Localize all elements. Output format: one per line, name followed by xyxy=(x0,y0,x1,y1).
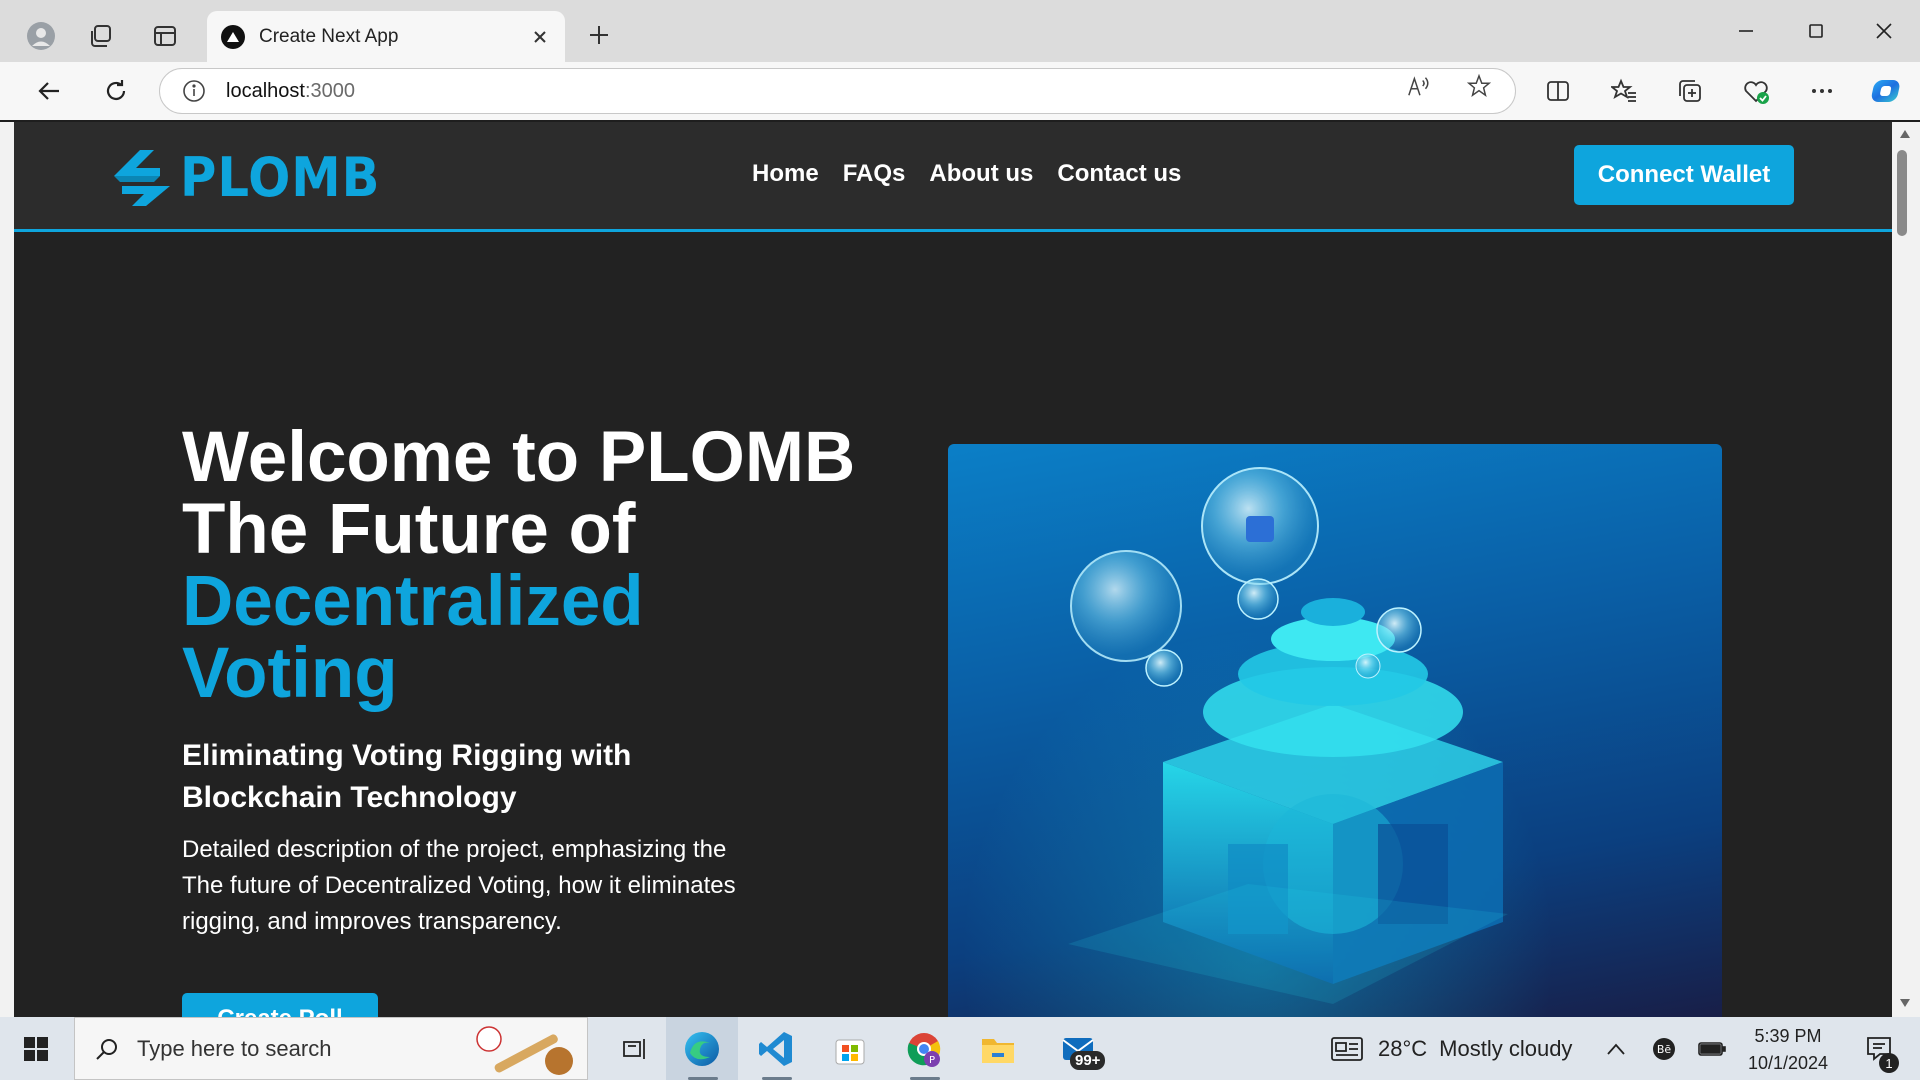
chrome-icon: P xyxy=(907,1032,941,1067)
plomb-logo[interactable]: PLOMB xyxy=(110,145,398,209)
nav-about-us[interactable]: About us xyxy=(929,160,1033,188)
nav-home[interactable]: Home xyxy=(752,160,819,188)
hero-heading-line1: Welcome to PLOMB xyxy=(182,418,856,497)
hero-description: Detailed description of the project, emp… xyxy=(182,836,736,935)
start-button[interactable] xyxy=(0,1017,72,1080)
new-tab-button[interactable] xyxy=(580,16,618,54)
clock-time: 5:39 PM xyxy=(1754,1026,1822,1046)
hero-illustration xyxy=(948,444,1722,1017)
search-placeholder: Type here to search xyxy=(137,1035,332,1061)
tab-create-next-app[interactable]: Create Next App xyxy=(207,11,565,62)
taskbar-vscode[interactable] xyxy=(740,1017,812,1080)
weather-desc: Mostly cloudy xyxy=(1439,1035,1573,1061)
hero-heading-accent2: Voting xyxy=(182,634,398,713)
battery-icon xyxy=(1698,1041,1726,1056)
notification-center-button[interactable]: 1 xyxy=(1852,1017,1908,1080)
scroll-thumb[interactable] xyxy=(1897,150,1907,236)
site-info-icon[interactable] xyxy=(182,79,206,103)
profile-icon[interactable] xyxy=(20,15,62,57)
create-poll-button[interactable]: Create Poll xyxy=(182,993,378,1017)
taskbar-clock[interactable]: 5:39 PM 10/1/2024 xyxy=(1738,1023,1838,1077)
back-button[interactable] xyxy=(28,70,70,112)
read-aloud-icon[interactable] xyxy=(1407,74,1431,98)
plomb-logo-mark-icon xyxy=(114,150,170,206)
hero-heading-accent1: Decentralized xyxy=(182,562,644,641)
favorites-icon[interactable] xyxy=(1605,72,1643,110)
blockchain-server-illustration xyxy=(1068,467,1508,1004)
browser-essentials-icon[interactable] xyxy=(1737,72,1775,110)
mail-badge: 99+ xyxy=(1070,1051,1106,1070)
nav-faqs[interactable]: FAQs xyxy=(843,160,906,188)
refresh-button[interactable] xyxy=(95,70,137,112)
windows-logo-icon xyxy=(24,1036,48,1061)
main-nav: Home FAQs About us Contact us xyxy=(752,160,1181,188)
folder-icon xyxy=(982,1038,1014,1063)
task-view-icon xyxy=(623,1038,645,1059)
taskbar-edge[interactable] xyxy=(666,1017,738,1080)
browser-toolbar: localhost:3000 xyxy=(0,62,1920,120)
taskbar-search[interactable]: Type here to search xyxy=(74,1017,588,1080)
collections-icon[interactable] xyxy=(1671,72,1709,110)
battery-tray[interactable] xyxy=(1694,1017,1730,1080)
page-viewport: PLOMB Home FAQs About us Contact us Conn… xyxy=(14,122,1892,1017)
address-bar[interactable]: localhost:3000 xyxy=(159,68,1516,114)
notification-count: 1 xyxy=(1879,1053,1899,1073)
hero-heading: Welcome to PLOMB The Future of Decentral… xyxy=(182,422,855,710)
svg-text:Bē: Bē xyxy=(1657,1043,1672,1056)
url-port: :3000 xyxy=(304,79,355,102)
scroll-up-arrow-icon[interactable] xyxy=(1897,126,1913,142)
search-icon xyxy=(96,1038,117,1060)
windows-taskbar: Type here to search P 99+ 28°C Mostly cl… xyxy=(0,1017,1920,1080)
tab-close-icon[interactable] xyxy=(529,26,551,48)
browser-titlebar: Create Next App xyxy=(0,0,1920,62)
tab-actions-icon[interactable] xyxy=(144,15,186,57)
taskbar-file-explorer[interactable] xyxy=(962,1017,1034,1080)
vscode-icon xyxy=(759,1031,792,1066)
favorite-star-icon[interactable] xyxy=(1467,73,1491,98)
store-icon xyxy=(835,1039,865,1064)
nav-contact-us[interactable]: Contact us xyxy=(1057,160,1181,188)
hero-heading-line2: The Future of xyxy=(182,490,636,569)
task-view-button[interactable] xyxy=(600,1017,670,1080)
maximize-button[interactable] xyxy=(1782,8,1850,54)
site-header: PLOMB Home FAQs About us Contact us Conn… xyxy=(14,122,1892,232)
weather-temp: 28°C xyxy=(1378,1035,1428,1061)
logo-text: PLOMB xyxy=(180,145,381,209)
show-hidden-icons-button[interactable] xyxy=(1598,1017,1634,1080)
page-scrollbar[interactable] xyxy=(1892,122,1920,1017)
close-window-button[interactable] xyxy=(1850,8,1918,54)
edge-icon xyxy=(685,1031,719,1066)
clock-date: 10/1/2024 xyxy=(1747,1053,1829,1073)
window-left-edge xyxy=(0,122,14,1017)
hero-subheading: Eliminating Voting Rigging with Blockcha… xyxy=(182,739,632,814)
tab-title: Create Next App xyxy=(259,25,399,47)
taskbar-mail[interactable]: 99+ xyxy=(1036,1017,1122,1080)
split-screen-icon[interactable] xyxy=(1539,72,1577,110)
weather-widget[interactable]: 28°C Mostly cloudy xyxy=(1330,1017,1572,1080)
search-highlight-baseball-icon xyxy=(476,1025,573,1075)
taskbar-chrome[interactable]: P xyxy=(888,1017,960,1080)
tray-behance-icon: Bē xyxy=(1653,1037,1675,1060)
scroll-down-arrow-icon[interactable] xyxy=(1897,995,1913,1011)
connect-wallet-button[interactable]: Connect Wallet xyxy=(1574,145,1794,205)
taskbar-store[interactable] xyxy=(814,1017,886,1080)
chevron-up-icon xyxy=(1607,1043,1625,1055)
nextjs-favicon-icon xyxy=(221,24,245,49)
news-weather-icon xyxy=(1331,1036,1363,1061)
workspaces-icon[interactable] xyxy=(80,15,122,57)
minimize-button[interactable] xyxy=(1712,8,1780,54)
svg-text:P: P xyxy=(929,1055,935,1066)
more-menu-icon[interactable] xyxy=(1803,72,1841,110)
copilot-icon[interactable] xyxy=(1866,72,1904,110)
tray-app-icon[interactable]: Bē xyxy=(1646,1017,1682,1080)
url-host: localhost xyxy=(226,79,305,102)
